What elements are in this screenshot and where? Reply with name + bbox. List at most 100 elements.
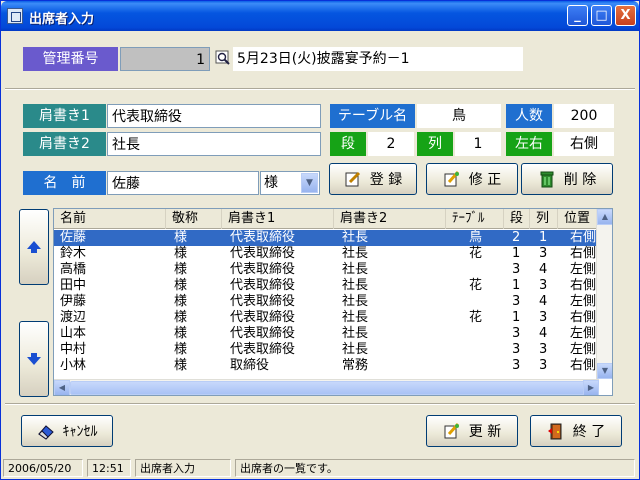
name-input[interactable]: 佐藤	[107, 171, 259, 195]
title2-input[interactable]: 社長	[107, 132, 321, 156]
status-message: 出席者の一覧です。	[235, 459, 635, 477]
col-tier[interactable]: 段	[504, 209, 530, 229]
title2-label: 肩書き2	[23, 132, 106, 156]
table-row[interactable]: 田中 様 代表取締役 社長 花 1 3 右側	[54, 278, 599, 294]
cell-title2: 社長	[342, 246, 369, 261]
cell-title2: 社長	[342, 230, 369, 245]
cell-title1: 代表取締役	[230, 230, 296, 245]
tier-label: 段	[330, 132, 366, 156]
table-row[interactable]: 山本 様 代表取締役 社長 3 4 左側	[54, 326, 599, 342]
cell-column: 3	[539, 342, 548, 357]
update-button[interactable]: 更 新	[426, 415, 518, 447]
col-title1[interactable]: 肩書き1	[222, 209, 334, 229]
move-down-button[interactable]	[19, 321, 49, 397]
status-time: 12:51	[87, 459, 131, 477]
table-row[interactable]: 中村 様 代表取締役 社長 3 3 左側	[54, 342, 599, 358]
cell-title1: 代表取締役	[230, 326, 296, 341]
cell-honorific: 様	[174, 326, 188, 341]
cell-tier: 2	[512, 230, 521, 245]
scroll-thumb[interactable]	[70, 381, 586, 395]
cell-name: 山本	[60, 326, 87, 341]
title1-input[interactable]: 代表取締役	[107, 104, 321, 128]
table-name-value[interactable]: 鳥	[417, 104, 501, 128]
pencil-icon	[344, 170, 362, 188]
cell-title1: 代表取締役	[230, 246, 296, 261]
col-position[interactable]: 位置	[558, 209, 599, 229]
list-header: 名前 敬称 肩書き1 肩書き2 ﾃｰﾌﾞﾙ 段 列 位置	[54, 209, 599, 229]
col-honorific[interactable]: 敬称	[166, 209, 222, 229]
table-row[interactable]: 鈴木 様 代表取締役 社長 花 1 3 右側	[54, 246, 599, 262]
cell-column: 1	[539, 230, 548, 245]
cancel-button[interactable]: ｷｬﾝｾﾙ	[21, 415, 113, 447]
column-value[interactable]: 1	[455, 132, 501, 156]
cell-column: 3	[539, 278, 548, 293]
cell-table: 花	[469, 310, 483, 325]
scroll-right-button[interactable]: ▶	[583, 380, 599, 395]
register-button[interactable]: 登 録	[329, 163, 417, 195]
scroll-up-button[interactable]: ▲	[597, 209, 612, 225]
cell-position: 左側	[570, 294, 597, 309]
up-arrow-icon	[27, 241, 41, 253]
col-table[interactable]: ﾃｰﾌﾞﾙ	[446, 209, 504, 229]
honorific-select[interactable]: 様 ▼	[260, 171, 320, 195]
column-label: 列	[417, 132, 453, 156]
chevron-down-icon[interactable]: ▼	[301, 173, 318, 193]
cell-tier: 3	[512, 342, 521, 357]
table-row[interactable]: 佐藤 様 代表取締役 社長 鳥 2 1 右側	[54, 230, 599, 246]
finish-button[interactable]: 終 了	[530, 415, 622, 447]
window-title: 出席者入力	[29, 12, 95, 27]
cell-position: 右側	[570, 278, 597, 293]
side-value[interactable]: 右側	[554, 132, 614, 156]
cell-column: 3	[539, 358, 548, 373]
maximize-button[interactable]: □	[591, 5, 612, 26]
table-name-label: テーブル名	[330, 104, 415, 128]
cell-tier: 3	[512, 262, 521, 277]
edit-icon	[443, 170, 461, 188]
cell-name: 小林	[60, 358, 87, 373]
tier-value[interactable]: 2	[368, 132, 414, 156]
cell-tier: 1	[512, 246, 521, 261]
close-button[interactable]: X	[615, 5, 636, 26]
cell-name: 伊藤	[60, 294, 87, 309]
delete-button[interactable]: 削 除	[521, 163, 613, 195]
title-bar[interactable]: 出席者入力 _ □ X	[1, 1, 639, 31]
cell-table: 鳥	[469, 230, 483, 245]
app-icon	[7, 8, 23, 24]
scroll-left-button[interactable]: ◀	[54, 380, 70, 395]
cell-title2: 社長	[342, 342, 369, 357]
count-value[interactable]: 200	[554, 104, 614, 128]
management-number-field[interactable]: 1	[120, 47, 210, 71]
col-column[interactable]: 列	[530, 209, 558, 229]
cell-position: 右側	[570, 230, 597, 245]
delete-label: 削 除	[563, 172, 597, 188]
update-icon	[443, 422, 461, 440]
cell-tier: 1	[512, 310, 521, 325]
cell-position: 左側	[570, 342, 597, 357]
table-row[interactable]: 渡辺 様 代表取締役 社長 花 1 3 右側	[54, 310, 599, 326]
scroll-down-button[interactable]: ▼	[597, 363, 612, 379]
cell-name: 鈴木	[60, 246, 87, 261]
cell-title1: 取締役	[230, 358, 270, 373]
down-arrow-icon	[27, 353, 41, 365]
table-row[interactable]: 小林 様 取締役 常務 3 3 右側	[54, 358, 599, 374]
table-row[interactable]: 伊藤 様 代表取締役 社長 3 4 左側	[54, 294, 599, 310]
minimize-button[interactable]: _	[567, 5, 588, 26]
table-row[interactable]: 高橋 様 代表取締役 社長 3 4 左側	[54, 262, 599, 278]
cancel-label: ｷｬﾝｾﾙ	[62, 424, 98, 440]
attendee-list[interactable]: 名前 敬称 肩書き1 肩書き2 ﾃｰﾌﾞﾙ 段 列 位置 佐藤様代表取締役 社長鳥…	[53, 208, 613, 396]
edit-button[interactable]: 修 正	[426, 163, 518, 195]
cell-position: 左側	[570, 326, 597, 341]
cell-tier: 3	[512, 294, 521, 309]
col-title2[interactable]: 肩書き2	[334, 209, 446, 229]
title1-label: 肩書き1	[23, 104, 106, 128]
edit-label: 修 正	[468, 172, 502, 188]
cell-title2: 社長	[342, 262, 369, 277]
vertical-scrollbar[interactable]: ▲ ▼	[596, 209, 612, 379]
divider	[5, 403, 635, 405]
col-name[interactable]: 名前	[54, 209, 166, 229]
cell-table: 花	[469, 278, 483, 293]
update-label: 更 新	[468, 424, 502, 440]
move-up-button[interactable]	[19, 209, 49, 285]
magnifier-icon[interactable]	[215, 50, 231, 66]
horizontal-scrollbar[interactable]: ◀ ▶	[54, 379, 599, 395]
